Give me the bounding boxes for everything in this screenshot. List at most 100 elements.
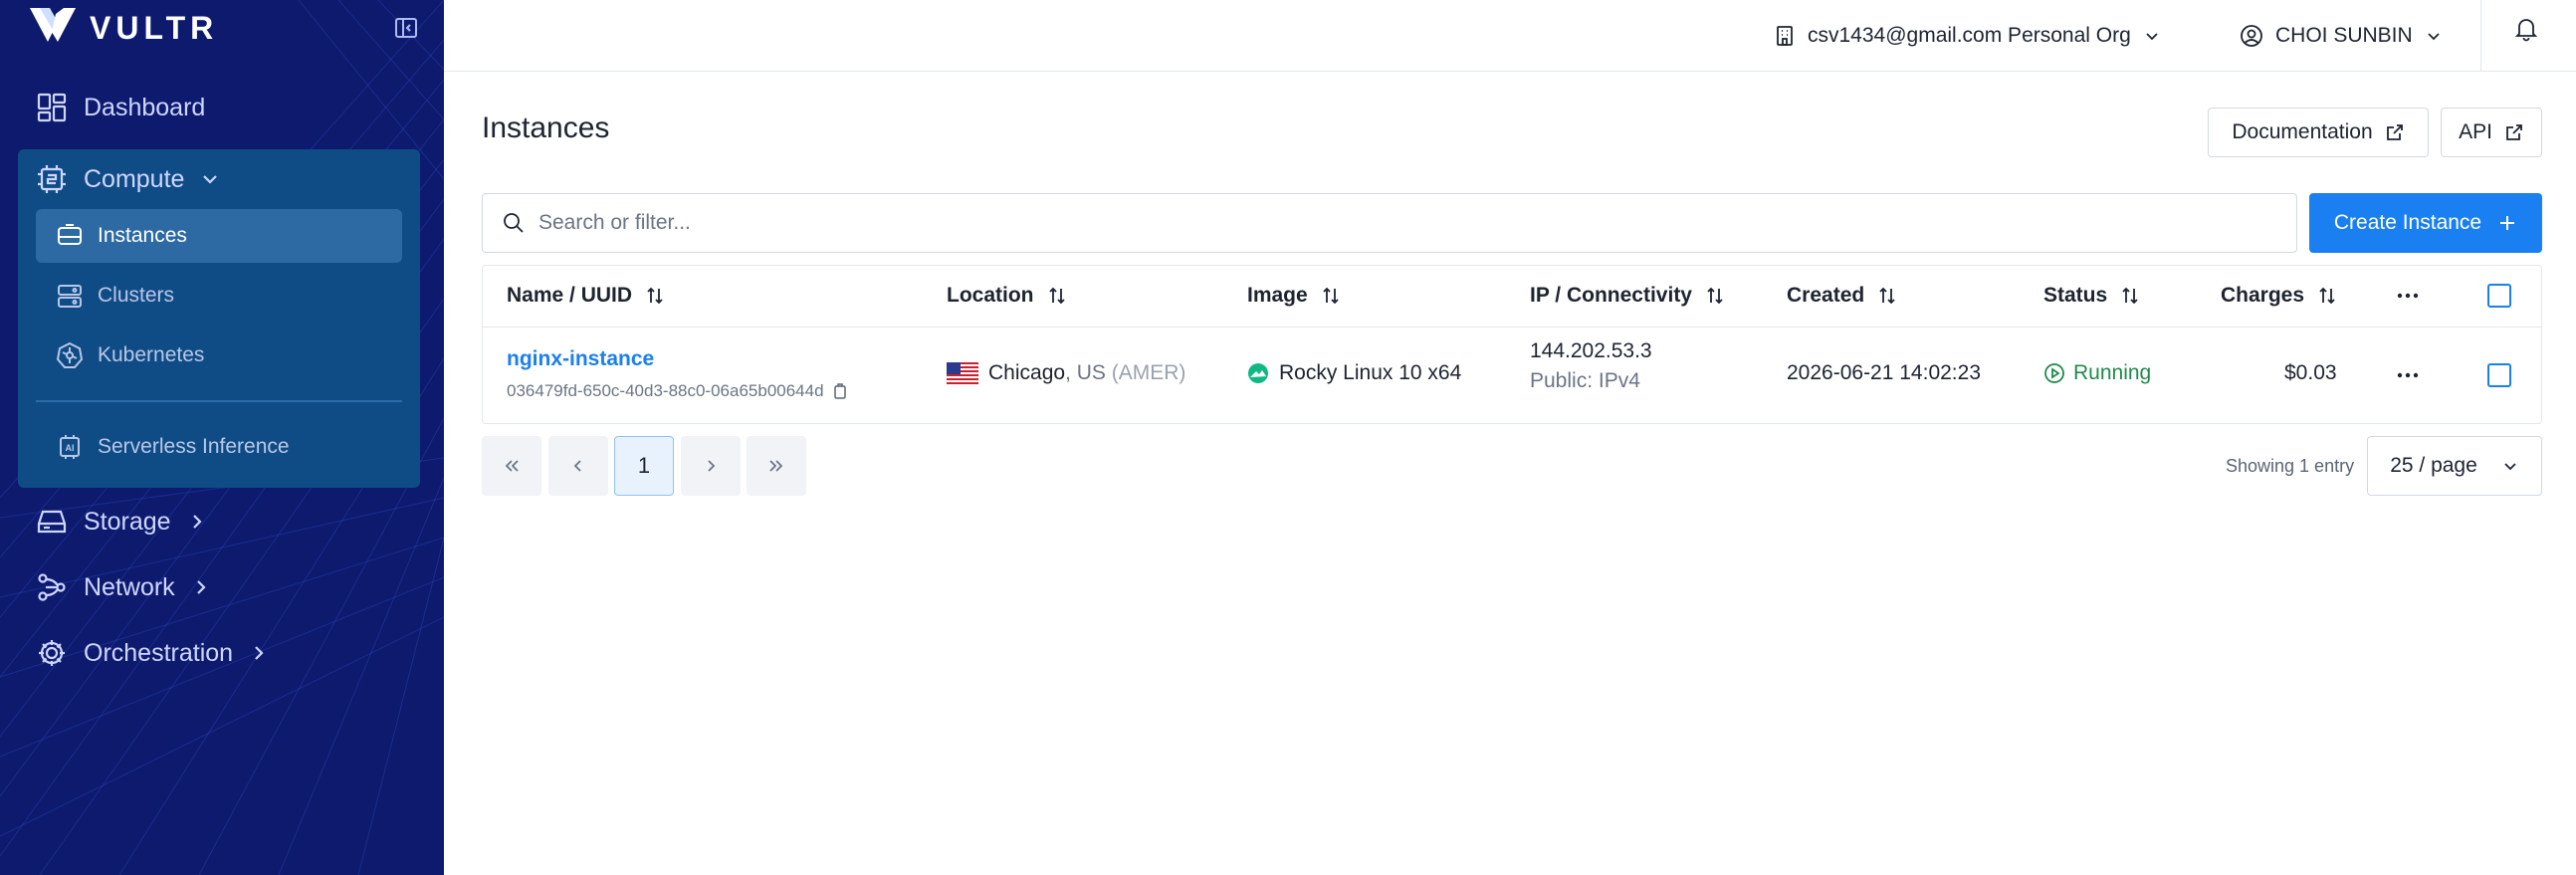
compute-group: Instances Clusters Kubernetes AI Serverl… bbox=[18, 149, 420, 488]
location-cell: Chicago, US (AMER) bbox=[947, 361, 1185, 385]
created-date: 2026-06-21 14:02:23 bbox=[1787, 361, 1981, 384]
search-icon bbox=[504, 213, 524, 233]
connectivity: Public: IPv4 bbox=[1530, 369, 1640, 392]
column-header-ip[interactable]: IP / Connectivity bbox=[1530, 284, 1726, 308]
search-input[interactable] bbox=[538, 211, 2231, 235]
collapse-sidebar-icon[interactable] bbox=[394, 16, 418, 40]
double-chevron-left-icon bbox=[505, 460, 519, 472]
page-size-select[interactable]: 25 / page bbox=[2367, 436, 2542, 496]
rocky-linux-icon bbox=[1248, 363, 1268, 383]
column-header-label: Name / UUID bbox=[507, 284, 633, 307]
org-switcher[interactable]: csv1434@gmail.com Personal Org bbox=[1774, 14, 2161, 58]
chevron-right-icon bbox=[255, 646, 264, 660]
chevron-down-icon bbox=[2504, 463, 2516, 471]
more-options-icon[interactable] bbox=[2396, 292, 2420, 300]
api-button[interactable]: API bbox=[2441, 108, 2542, 157]
sidebar-subitem-instances[interactable]: Instances bbox=[36, 209, 402, 263]
chevron-down-icon bbox=[203, 175, 218, 184]
us-flag-icon bbox=[947, 362, 978, 384]
sidebar-subitem-label: Kubernetes bbox=[98, 343, 205, 366]
sidebar: VULTR Dashboard Instances Clusters Kuber… bbox=[0, 0, 444, 875]
chevron-left-icon bbox=[573, 460, 581, 472]
select-all-checkbox[interactable] bbox=[2487, 284, 2511, 308]
row-checkbox[interactable] bbox=[2487, 363, 2511, 387]
ip-address: 144.202.53.3 bbox=[1530, 339, 1652, 362]
sidebar-subitem-kubernetes[interactable]: Kubernetes bbox=[36, 328, 402, 382]
image-cell: Rocky Linux 10 x64 bbox=[1247, 361, 1461, 385]
copy-icon[interactable] bbox=[832, 382, 848, 400]
storage-icon bbox=[37, 510, 67, 534]
sort-icon bbox=[2122, 287, 2138, 305]
location-city: Chicago bbox=[988, 361, 1066, 384]
documentation-button[interactable]: Documentation bbox=[2208, 108, 2429, 157]
column-header-location[interactable]: Location bbox=[947, 284, 1068, 308]
create-instance-button[interactable]: Create Instance bbox=[2309, 193, 2542, 253]
double-chevron-right-icon bbox=[769, 460, 783, 472]
api-label: API bbox=[2459, 120, 2492, 143]
uuid-text: 036479fd-650c-40d3-88c0-06a65b00644d bbox=[507, 381, 824, 400]
image-name: Rocky Linux 10 x64 bbox=[1279, 361, 1462, 384]
column-header-created[interactable]: Created bbox=[1787, 284, 1898, 308]
column-header-label: Image bbox=[1247, 284, 1308, 307]
sort-icon bbox=[1879, 287, 1895, 305]
instances-icon bbox=[58, 224, 82, 245]
sidebar-item-orchestration[interactable]: Orchestration bbox=[36, 637, 269, 669]
user-circle-icon bbox=[2241, 25, 2262, 47]
brand-name: VULTR bbox=[90, 9, 219, 46]
vultr-logo-icon bbox=[30, 8, 76, 42]
instance-name-link[interactable]: nginx-instance bbox=[507, 347, 654, 371]
sort-icon bbox=[1048, 287, 1065, 305]
chevron-down-icon bbox=[2146, 33, 2158, 41]
location-region: (AMER) bbox=[1105, 361, 1186, 384]
sidebar-subitem-clusters[interactable]: Clusters bbox=[36, 269, 402, 323]
bell-icon[interactable] bbox=[2514, 16, 2538, 42]
building-icon bbox=[1777, 26, 1793, 46]
column-header-label: IP / Connectivity bbox=[1530, 284, 1692, 307]
column-header-label: Status bbox=[2043, 284, 2108, 307]
external-link-icon bbox=[2506, 124, 2522, 140]
location-country: , US bbox=[1065, 361, 1106, 384]
column-header-charges[interactable]: Charges bbox=[2221, 284, 2338, 308]
chevron-right-icon bbox=[708, 460, 716, 472]
sidebar-item-network[interactable]: Network bbox=[36, 571, 211, 603]
sidebar-subitem-label: Serverless Inference bbox=[98, 435, 290, 458]
create-instance-label: Create Instance bbox=[2333, 211, 2482, 234]
sort-icon bbox=[1707, 287, 1723, 305]
divider bbox=[2480, 0, 2481, 72]
play-circle-icon bbox=[2044, 363, 2064, 383]
orchestration-icon bbox=[39, 640, 65, 666]
page-title: Instances bbox=[482, 111, 610, 144]
page-button-current[interactable]: 1 bbox=[614, 436, 674, 496]
status-text: Running bbox=[2073, 361, 2152, 384]
prev-page-button[interactable] bbox=[548, 436, 608, 496]
entry-count: Showing 1 entry bbox=[2226, 456, 2355, 476]
sidebar-item-storage[interactable]: Storage bbox=[36, 506, 207, 538]
sidebar-item-compute[interactable]: Compute bbox=[36, 163, 220, 195]
user-menu[interactable]: CHOI SUNBIN bbox=[2240, 14, 2443, 58]
charges: $0.03 bbox=[2284, 361, 2337, 384]
more-options-icon[interactable] bbox=[2396, 371, 2420, 379]
chevron-right-icon bbox=[192, 515, 202, 529]
vultr-logo[interactable]: VULTR bbox=[30, 8, 218, 48]
top-bar: csv1434@gmail.com Personal Org CHOI SUNB… bbox=[444, 0, 2576, 72]
sort-icon bbox=[647, 287, 663, 305]
column-header-status[interactable]: Status bbox=[2043, 284, 2141, 308]
sidebar-item-dashboard[interactable]: Dashboard bbox=[36, 92, 205, 123]
last-page-button[interactable] bbox=[747, 436, 806, 496]
sidebar-item-label: Storage bbox=[84, 507, 171, 536]
sidebar-item-label: Orchestration bbox=[84, 638, 234, 667]
search-box[interactable] bbox=[482, 193, 2297, 253]
column-header-name[interactable]: Name / UUID bbox=[507, 284, 666, 308]
instance-uuid: 036479fd-650c-40d3-88c0-06a65b00644d bbox=[507, 381, 848, 401]
table-header: Name / UUID Location Image IP / Connecti… bbox=[483, 266, 2541, 328]
svg-text:AI: AI bbox=[66, 443, 75, 453]
external-link-icon bbox=[2386, 124, 2403, 140]
table-row[interactable]: nginx-instance 036479fd-650c-40d3-88c0-0… bbox=[483, 328, 2541, 423]
next-page-button[interactable] bbox=[681, 436, 741, 496]
first-page-button[interactable] bbox=[482, 436, 541, 496]
sidebar-subitem-label: Instances bbox=[98, 224, 187, 247]
sidebar-item-label: Compute bbox=[84, 164, 185, 193]
page-size-value: 25 / page bbox=[2390, 454, 2477, 477]
column-header-image[interactable]: Image bbox=[1247, 284, 1342, 308]
sidebar-subitem-serverless-inference[interactable]: AI Serverless Inference bbox=[36, 420, 402, 474]
